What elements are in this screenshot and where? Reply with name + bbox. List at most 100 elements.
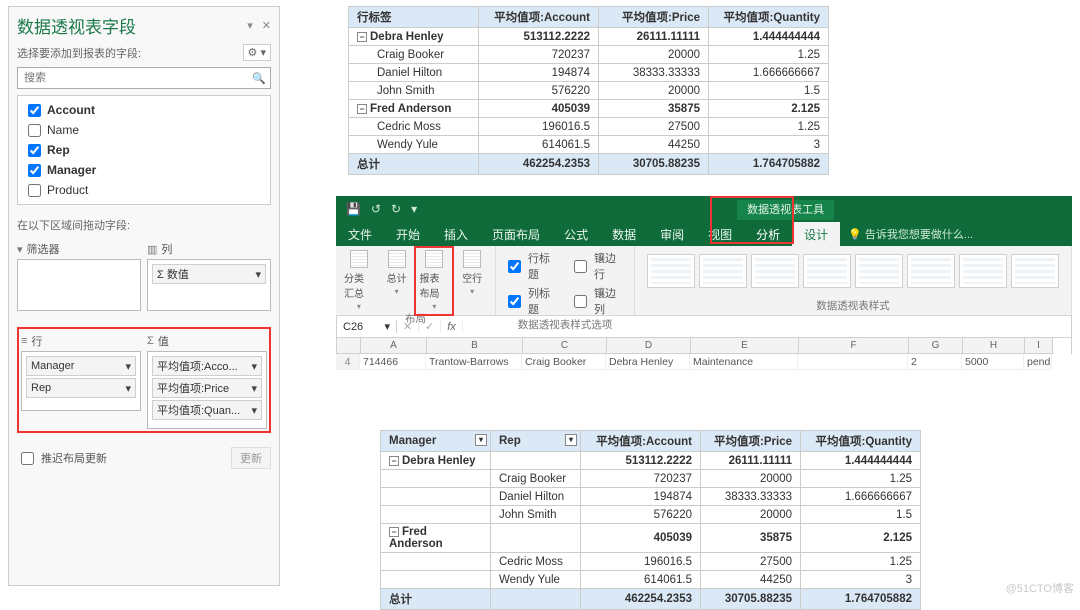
chevron-down-icon[interactable]: ▾ — [251, 382, 257, 395]
pivot-header[interactable]: Rep▾ — [491, 431, 581, 452]
ribbon-btn-空行[interactable]: 空行▾ — [457, 250, 487, 311]
pivot-row[interactable]: Wendy Yule614061.5442503 — [349, 136, 829, 154]
cell[interactable] — [798, 354, 908, 370]
tab-分析[interactable]: 分析 — [744, 222, 792, 246]
pivot-header[interactable]: 平均值项:Account — [479, 7, 599, 28]
cell[interactable]: Debra Henley — [606, 354, 690, 370]
field-chip[interactable]: 平均值项:Price▾ — [152, 378, 262, 398]
ribbon-btn-分类汇总[interactable]: 分类汇总▾ — [344, 250, 374, 311]
pivot-header[interactable]: 平均值项:Account — [581, 431, 701, 452]
name-box[interactable]: C26▾ — [337, 320, 397, 333]
defer-layout-checkbox[interactable]: 推迟布局更新 — [17, 449, 107, 468]
cell[interactable]: 714466 — [360, 354, 426, 370]
select-all-corner[interactable] — [337, 338, 361, 354]
col-header-A[interactable]: A — [361, 338, 427, 354]
col-header-G[interactable]: G — [909, 338, 963, 354]
search-input[interactable] — [22, 71, 252, 85]
pivot-header[interactable]: 平均值项:Price — [701, 431, 801, 452]
area-columns-box[interactable]: Σ 数值▾ — [147, 259, 271, 311]
check-镶边列[interactable]: 镶边列 — [570, 285, 626, 317]
col-header-H[interactable]: H — [963, 338, 1025, 354]
check-行标题[interactable]: 行标题 — [504, 250, 560, 282]
pivot-header[interactable]: 平均值项:Quantity — [801, 431, 921, 452]
qat-more-icon[interactable]: ▾ — [411, 202, 417, 216]
enter-formula-icon[interactable]: ✓ — [419, 320, 441, 333]
pivot-header[interactable]: 行标签 — [349, 7, 479, 28]
col-header-F[interactable]: F — [799, 338, 909, 354]
style-gallery[interactable] — [643, 250, 1063, 292]
cell[interactable]: pending — [1024, 354, 1052, 370]
tab-审阅[interactable]: 审阅 — [648, 222, 696, 246]
field-name[interactable]: Name — [24, 120, 264, 140]
col-header-C[interactable]: C — [523, 338, 607, 354]
field-chip[interactable]: 平均值项:Acco...▾ — [152, 356, 262, 376]
pivot-row[interactable]: Cedric Moss196016.5275001.25 — [349, 118, 829, 136]
style-swatch[interactable] — [959, 254, 1007, 288]
collapse-icon[interactable]: − — [389, 527, 399, 537]
collapse-icon[interactable]: − — [389, 456, 399, 466]
pivot-row[interactable]: −Debra Henley513112.222226111.111111.444… — [349, 28, 829, 46]
tab-开始[interactable]: 开始 — [384, 222, 432, 246]
chevron-down-icon[interactable]: ▾ — [125, 382, 131, 395]
tab-文件[interactable]: 文件 — [336, 222, 384, 246]
update-button[interactable]: 更新 — [231, 447, 271, 469]
field-chip[interactable]: 平均值项:Quan...▾ — [152, 400, 262, 420]
tab-数据[interactable]: 数据 — [600, 222, 648, 246]
pivot-header[interactable]: Manager▾ — [381, 431, 491, 452]
field-checklist[interactable]: AccountNameRepManagerProduct — [17, 95, 271, 205]
chevron-down-icon[interactable]: ▾ — [255, 268, 261, 281]
field-search[interactable]: 🔍 — [17, 67, 271, 89]
cell[interactable]: 2 — [908, 354, 962, 370]
save-icon[interactable]: 💾 — [346, 202, 361, 216]
chevron-down-icon[interactable]: ▾ — [247, 20, 253, 32]
tab-设计[interactable]: 设计 — [792, 222, 840, 246]
tab-公式[interactable]: 公式 — [552, 222, 600, 246]
collapse-icon[interactable]: − — [357, 32, 367, 42]
ribbon-btn-总计[interactable]: 总计▾ — [382, 250, 412, 311]
pivot-row[interactable]: Wendy Yule614061.5442503 — [381, 571, 921, 589]
tab-视图[interactable]: 视图 — [696, 222, 744, 246]
field-rep[interactable]: Rep — [24, 140, 264, 160]
pivot-row[interactable]: Daniel Hilton19487438333.333331.66666666… — [349, 64, 829, 82]
area-values-box[interactable]: 平均值项:Acco...▾平均值项:Price▾平均值项:Quan...▾ — [147, 351, 267, 429]
fx-icon[interactable]: fx — [441, 321, 463, 333]
pivot-row[interactable]: John Smith576220200001.5 — [381, 506, 921, 524]
col-header-B[interactable]: B — [427, 338, 523, 354]
area-filters-box[interactable] — [17, 259, 141, 311]
style-swatch[interactable] — [751, 254, 799, 288]
field-manager[interactable]: Manager — [24, 160, 264, 180]
style-swatch[interactable] — [803, 254, 851, 288]
field-chip[interactable]: Manager▾ — [26, 356, 136, 376]
pivot-row[interactable]: −Fred Anderson405039358752.125 — [381, 524, 921, 553]
style-swatch[interactable] — [1011, 254, 1059, 288]
chevron-down-icon[interactable]: ▾ — [565, 434, 577, 446]
redo-icon[interactable]: ↻ — [391, 202, 401, 216]
cancel-formula-icon[interactable]: ✕ — [397, 320, 419, 333]
tab-页面布局[interactable]: 页面布局 — [480, 222, 552, 246]
pivot-row[interactable]: −Debra Henley513112.222226111.111111.444… — [381, 452, 921, 470]
style-swatch[interactable] — [647, 254, 695, 288]
chevron-down-icon[interactable]: ▾ — [125, 360, 131, 373]
collapse-icon[interactable]: − — [357, 104, 367, 114]
ribbon-btn-报表布局[interactable]: 报表布局▾ — [420, 250, 450, 311]
col-header-D[interactable]: D — [607, 338, 691, 354]
cell[interactable]: Trantow-Barrows — [426, 354, 522, 370]
undo-icon[interactable]: ↺ — [371, 202, 381, 216]
pivot-header[interactable]: 平均值项:Quantity — [709, 7, 829, 28]
field-chip[interactable]: Rep▾ — [26, 378, 136, 398]
col-header-I[interactable]: I — [1025, 338, 1053, 354]
field-account[interactable]: Account — [24, 100, 264, 120]
chevron-down-icon[interactable]: ▾ — [475, 434, 487, 446]
style-swatch[interactable] — [699, 254, 747, 288]
pivot-row[interactable]: Craig Booker720237200001.25 — [381, 470, 921, 488]
col-header-E[interactable]: E — [691, 338, 799, 354]
pivot-row[interactable]: Cedric Moss196016.5275001.25 — [381, 553, 921, 571]
check-列标题[interactable]: 列标题 — [504, 285, 560, 317]
cell[interactable]: Maintenance — [690, 354, 798, 370]
tell-me[interactable]: 💡 告诉我您想要做什么... — [848, 226, 973, 242]
field-product[interactable]: Product — [24, 180, 264, 200]
check-镶边行[interactable]: 镶边行 — [570, 250, 626, 282]
pivot-header[interactable]: 平均值项:Price — [599, 7, 709, 28]
cell[interactable]: Craig Booker — [522, 354, 606, 370]
row-header[interactable]: 4 — [336, 354, 360, 370]
